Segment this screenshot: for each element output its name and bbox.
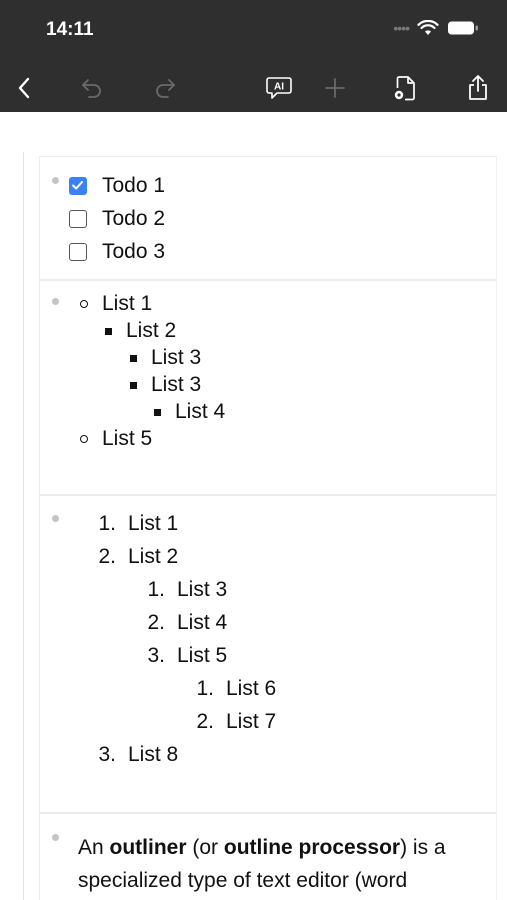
undo-button[interactable] xyxy=(74,70,110,106)
square-bullet-icon xyxy=(130,355,137,362)
list-number: 2. xyxy=(147,611,165,634)
list-item[interactable]: List 2 xyxy=(128,543,178,570)
todo-checkbox[interactable] xyxy=(69,210,87,228)
list-item[interactable]: List 5 xyxy=(177,642,227,669)
paragraph-bold-run: outline processor xyxy=(223,836,401,859)
back-icon xyxy=(18,77,30,99)
share-button[interactable] xyxy=(460,70,496,106)
status-time: 14:11 xyxy=(46,19,94,40)
list-item[interactable]: List 4 xyxy=(177,609,227,636)
battery-icon xyxy=(448,21,478,35)
square-bullet-icon xyxy=(154,409,161,416)
circle-bullet-icon xyxy=(80,435,88,443)
redo-icon xyxy=(156,79,175,98)
numbered-list-block[interactable]: 1. List 1 2. List 2 1. List 3 2. List 4 … xyxy=(39,495,497,813)
list-number: 3. xyxy=(147,644,165,667)
undo-icon xyxy=(82,79,101,98)
plus-icon xyxy=(325,78,345,98)
list-number: 2. xyxy=(196,710,214,733)
list-number: 1. xyxy=(147,578,165,601)
list-item[interactable]: List 3 xyxy=(151,344,201,371)
block-handle[interactable] xyxy=(52,515,59,522)
todo-checkbox[interactable] xyxy=(69,243,87,261)
todo-label[interactable]: Todo 1 xyxy=(102,172,165,199)
bullet-list-block[interactable]: List 1 List 2 List 3 List 3 List 4 List … xyxy=(39,280,497,495)
share-icon xyxy=(469,75,487,100)
paragraph-text[interactable]: An outliner (or outline processor) is a … xyxy=(78,831,493,900)
todo-label[interactable]: Todo 2 xyxy=(102,205,165,232)
outline-rail xyxy=(23,152,38,900)
todo-label[interactable]: Todo 3 xyxy=(102,238,165,265)
list-item[interactable]: List 7 xyxy=(226,708,276,735)
ai-icon: AI xyxy=(266,77,292,99)
top-bar: 14:11 •••• AI xyxy=(0,0,507,112)
list-number: 3. xyxy=(98,743,116,766)
list-item[interactable]: List 1 xyxy=(102,290,152,317)
list-item[interactable]: List 3 xyxy=(151,371,201,398)
status-indicators: •••• xyxy=(393,20,479,36)
list-item[interactable]: List 3 xyxy=(177,576,227,603)
checkmark-icon xyxy=(72,181,83,190)
add-button[interactable] xyxy=(317,70,353,106)
svg-text:AI: AI xyxy=(274,82,284,93)
wifi-icon xyxy=(417,20,439,35)
back-button[interactable] xyxy=(6,70,42,106)
paragraph-run: (or xyxy=(186,836,224,859)
list-item[interactable]: List 1 xyxy=(128,510,178,537)
block-handle[interactable] xyxy=(52,298,59,305)
block-handle[interactable] xyxy=(52,834,59,841)
list-number: 2. xyxy=(98,545,116,568)
paragraph-block[interactable]: An outliner (or outline processor) is a … xyxy=(39,813,497,900)
list-item[interactable]: List 8 xyxy=(128,741,178,768)
todo-block[interactable]: Todo 1 Todo 2 Todo 3 xyxy=(39,156,497,280)
block-handle[interactable] xyxy=(52,177,59,184)
paragraph-run: An xyxy=(78,836,110,859)
doc-settings-button[interactable] xyxy=(387,70,423,106)
list-item[interactable]: List 6 xyxy=(226,675,276,702)
square-bullet-icon xyxy=(130,382,137,389)
editor-content: Todo 1 Todo 2 Todo 3 List 1 List 2 List … xyxy=(0,112,507,900)
paragraph-bold-run: outliner xyxy=(109,836,187,859)
circle-bullet-icon xyxy=(80,300,88,308)
square-bullet-icon xyxy=(105,328,112,335)
list-item[interactable]: List 5 xyxy=(102,425,152,452)
list-number: 1. xyxy=(196,677,214,700)
ai-button[interactable]: AI xyxy=(261,70,297,106)
signal-icon: •••• xyxy=(393,20,410,36)
doc-settings-icon xyxy=(394,76,415,101)
redo-button[interactable] xyxy=(147,70,183,106)
list-number: 1. xyxy=(98,512,116,535)
todo-checkbox-checked[interactable] xyxy=(69,177,87,195)
list-item[interactable]: List 2 xyxy=(126,317,176,344)
list-item[interactable]: List 4 xyxy=(175,398,225,425)
